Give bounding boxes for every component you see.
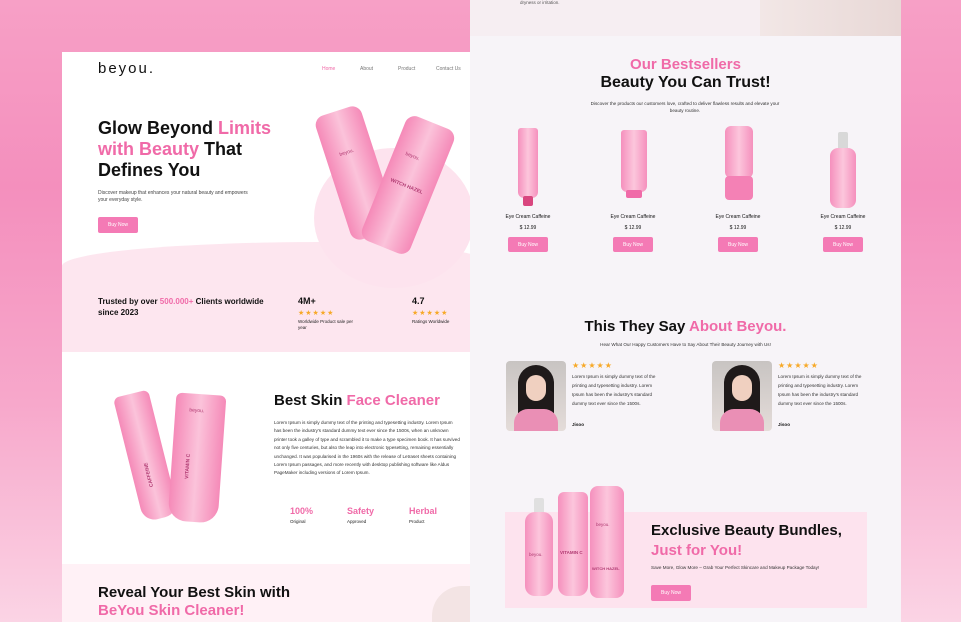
product-image bbox=[493, 124, 563, 209]
nav-product[interactable]: Product bbox=[398, 66, 436, 72]
product-name: Eye Cream Caffeine bbox=[820, 214, 866, 220]
reviewer-name: Jisoo bbox=[572, 422, 584, 427]
nav-links: Home About Product Contact Us bbox=[322, 66, 474, 72]
product-name: Eye Cream Caffeine bbox=[610, 214, 656, 220]
product-price: $ 12.99 bbox=[729, 225, 747, 231]
product-buy-button[interactable]: Buy Now bbox=[823, 237, 863, 252]
product-image bbox=[598, 124, 668, 209]
testimonials-subtitle: Hear What Our Happy Customers Have to Sa… bbox=[600, 342, 771, 347]
landing-page-left-frame: beyou. Home About Product Contact Us Glo… bbox=[62, 52, 494, 622]
reviewer-name: Jisoo bbox=[778, 422, 790, 427]
face-cleaner-section: CAFFEINE beyou. VITAMIN C Best Skin Face… bbox=[62, 352, 494, 564]
top-text: dryness or irritation. bbox=[520, 0, 560, 5]
stat-product-sales: 4M+ ★★★★★ Worldwide Product sale per yea… bbox=[298, 296, 358, 331]
bundle-description: Save More, Glow More – Grab Your Perfect… bbox=[651, 565, 820, 570]
top-photo bbox=[760, 0, 901, 36]
star-rating-icon: ★★★★★ bbox=[778, 361, 819, 370]
feature-original: 100% Original bbox=[290, 506, 314, 524]
logo[interactable]: beyou. bbox=[98, 60, 155, 77]
star-rating-icon: ★★★★★ bbox=[572, 361, 613, 370]
review-text: Lorem Ipsum is simply dummy text of the … bbox=[778, 374, 862, 406]
product-card[interactable]: Eye Cream Caffeine $ 12.99 Buy Now bbox=[598, 124, 668, 252]
trust-statement: Trusted by over 500.000+ Clients worldwi… bbox=[98, 297, 264, 317]
product-card[interactable]: Eye Cream Caffeine $ 12.99 Buy Now bbox=[703, 124, 773, 252]
product-buy-button[interactable]: Buy Now bbox=[508, 237, 548, 252]
review-text: Lorem Ipsum is simply dummy text of the … bbox=[572, 374, 656, 406]
product-image bbox=[808, 124, 878, 209]
product-buy-button[interactable]: Buy Now bbox=[613, 237, 653, 252]
product-price: $ 12.99 bbox=[624, 225, 642, 231]
star-rating-icon: ★★★★★ bbox=[298, 310, 335, 317]
face-cleaner-body: Lorem Ipsum is simply dummy text of the … bbox=[274, 420, 460, 476]
nav-contact[interactable]: Contact Us bbox=[436, 66, 474, 72]
product-image bbox=[703, 124, 773, 209]
stat-ratings: 4.7 ★★★★★ Ratings Worldwide bbox=[412, 296, 452, 325]
product-name: Eye Cream Caffeine bbox=[505, 214, 551, 220]
navbar: beyou. Home About Product Contact Us bbox=[62, 52, 494, 88]
product-card[interactable]: Eye Cream Caffeine $ 12.99 Buy Now bbox=[808, 124, 878, 252]
product-price: $ 12.99 bbox=[519, 225, 537, 231]
reveal-section: Reveal Your Best Skin with BeYou Skin Cl… bbox=[62, 564, 494, 622]
product-price: $ 12.99 bbox=[834, 225, 852, 231]
feature-herbal: Herbal Product bbox=[409, 506, 438, 524]
bestsellers-kicker: Our Bestsellers bbox=[630, 56, 741, 73]
product-buy-button[interactable]: Buy Now bbox=[718, 237, 758, 252]
reviewer-photo bbox=[712, 361, 772, 431]
product-card[interactable]: Eye Cream Caffeine $ 12.99 Buy Now bbox=[493, 124, 563, 252]
reveal-title: Reveal Your Best Skin with BeYou Skin Cl… bbox=[98, 584, 291, 619]
hero-title: Glow Beyond Limits with Beauty That Defi… bbox=[98, 118, 272, 180]
nav-home[interactable]: Home bbox=[322, 66, 360, 72]
bestsellers-description: Discover the products our customers love… bbox=[590, 101, 780, 113]
feature-safety: Safety Approved bbox=[347, 506, 375, 524]
bundle-buy-now-button[interactable]: Buy Now bbox=[651, 585, 691, 601]
landing-page-right-frame: dryness or irritation. Our Bestsellers B… bbox=[470, 0, 901, 622]
hero-buy-now-button[interactable]: Buy Now bbox=[98, 217, 138, 233]
bestsellers-title: Beauty You Can Trust! bbox=[600, 74, 771, 91]
reviewer-photo bbox=[506, 361, 566, 431]
face-cleaner-title: Best Skin Face Cleaner bbox=[274, 392, 440, 409]
star-rating-icon: ★★★★★ bbox=[412, 310, 449, 317]
nav-about[interactable]: About bbox=[360, 66, 398, 72]
testimonials-title: This They Say About Beyou. bbox=[584, 318, 787, 335]
bundle-title: Exclusive Beauty Bundles, Just for You! bbox=[651, 522, 842, 559]
hero-description: Discover makeup that enhances your natur… bbox=[98, 190, 248, 203]
product-name: Eye Cream Caffeine bbox=[715, 214, 761, 220]
vitamin-c-tube: beyou. VITAMIN C bbox=[167, 392, 227, 524]
